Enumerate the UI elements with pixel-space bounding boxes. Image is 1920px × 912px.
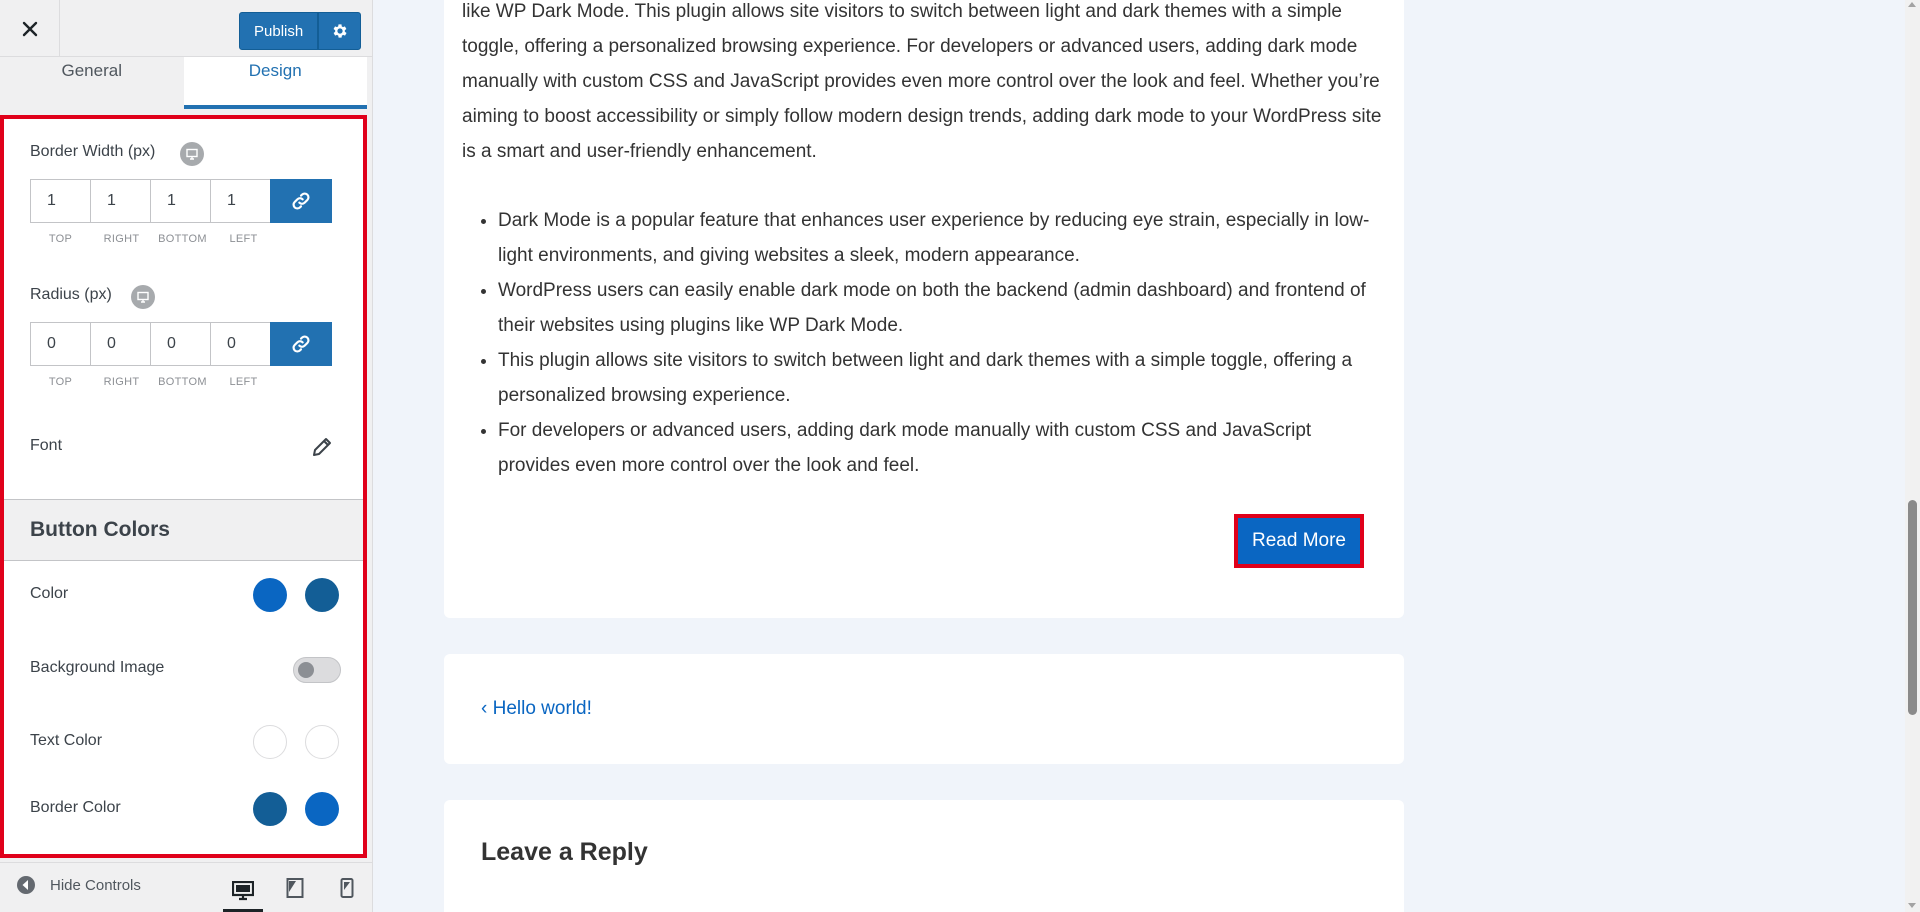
list-item: WordPress users can easily enable dark m… — [498, 273, 1378, 343]
responsive-icon[interactable] — [180, 142, 204, 166]
scrollbar-thumb[interactable] — [1908, 500, 1917, 715]
side-label-top: TOP — [48, 376, 73, 388]
site-preview: like WP Dark Mode. This plugin allows si… — [374, 0, 1905, 912]
text-color-label: Text Color — [30, 732, 103, 749]
border-width-bottom-input[interactable]: 1 — [150, 179, 211, 223]
hide-controls-button[interactable]: Hide Controls — [16, 875, 141, 895]
preview-scrollbar[interactable] — [1905, 0, 1920, 912]
hide-controls-label: Hide Controls — [50, 876, 141, 894]
scroll-down-arrow-icon[interactable] — [1908, 903, 1916, 908]
radius-left-input[interactable]: 0 — [210, 322, 271, 366]
list-item: For developers or advanced users, adding… — [498, 413, 1378, 483]
tab-design[interactable]: Design — [183, 57, 367, 109]
button-colors-title: Button Colors — [30, 518, 170, 541]
radius-inputs: 0 0 0 0 — [30, 322, 340, 366]
close-icon — [22, 21, 37, 36]
article-paragraph: like WP Dark Mode. This plugin allows si… — [462, 1, 1382, 162]
tab-general[interactable]: General — [0, 57, 184, 109]
text-color-normal-swatch[interactable] — [253, 725, 287, 759]
mobile-preview-button[interactable] — [327, 873, 367, 903]
side-label-top: TOP — [48, 233, 73, 245]
comment-reply-card: Leave a Reply — [444, 800, 1404, 912]
desktop-icon — [232, 881, 254, 901]
side-label-right: RIGHT — [103, 376, 140, 388]
post-navigation-card: ‹ Hello world! — [444, 654, 1404, 764]
customizer-panel: Publish General Design Border Width (px)… — [0, 0, 373, 912]
tablet-preview-button[interactable] — [275, 873, 315, 903]
border-color-label: Border Color — [30, 799, 121, 816]
border-width-top-input[interactable]: 1 — [30, 179, 91, 223]
background-image-toggle[interactable] — [293, 657, 341, 683]
border-width-left-input[interactable]: 1 — [210, 179, 271, 223]
font-label: Font — [30, 437, 63, 454]
design-section: Border Width (px) 1 1 1 1 TOP RIGHT BOTT… — [0, 115, 367, 858]
border-width-right-input[interactable]: 1 — [90, 179, 151, 223]
list-item: Dark Mode is a popular feature that enha… — [498, 203, 1378, 273]
border-width-side-labels: TOP RIGHT BOTTOM LEFT — [30, 233, 280, 245]
color-label: Color — [30, 585, 69, 602]
radius-bottom-input[interactable]: 0 — [150, 322, 211, 366]
text-color-hover-swatch[interactable] — [305, 725, 339, 759]
color-normal-swatch[interactable] — [253, 578, 287, 612]
publish-button[interactable]: Publish — [239, 12, 319, 50]
publish-group: Publish — [239, 12, 362, 50]
read-more-button[interactable]: Read More — [1238, 518, 1360, 564]
pencil-icon — [313, 438, 331, 456]
color-hover-swatch[interactable] — [305, 578, 339, 612]
monitor-icon — [137, 291, 149, 303]
close-button[interactable] — [0, 0, 60, 57]
side-label-left: LEFT — [229, 376, 258, 388]
previous-post-link[interactable]: ‹ Hello world! — [481, 698, 592, 720]
side-label-bottom: BOTTOM — [158, 233, 207, 245]
background-image-label: Background Image — [30, 659, 165, 676]
gear-icon — [333, 24, 347, 38]
border-width-link-button[interactable] — [270, 179, 332, 223]
list-item: This plugin allows site visitors to swit… — [498, 343, 1378, 413]
radius-label: Radius (px) — [30, 286, 112, 303]
article-bullet-list: Dark Mode is a popular feature that enha… — [498, 203, 1378, 483]
panel-header: Publish — [0, 0, 372, 57]
reply-title: Leave a Reply — [481, 838, 648, 866]
radius-link-button[interactable] — [270, 322, 332, 366]
mobile-icon — [340, 878, 354, 898]
side-label-left: LEFT — [229, 233, 258, 245]
publish-settings-button[interactable] — [318, 12, 362, 50]
link-icon — [292, 335, 310, 353]
collapse-arrow-icon — [17, 876, 35, 894]
border-width-inputs: 1 1 1 1 — [30, 179, 340, 223]
monitor-icon — [186, 148, 198, 160]
border-color-normal-swatch[interactable] — [253, 792, 287, 826]
desktop-preview-button[interactable] — [223, 873, 263, 912]
font-edit-button[interactable] — [310, 435, 336, 461]
border-color-hover-swatch[interactable] — [305, 792, 339, 826]
radius-top-input[interactable]: 0 — [30, 322, 91, 366]
radius-side-labels: TOP RIGHT BOTTOM LEFT — [30, 376, 280, 388]
panel-tabs: General Design — [0, 57, 367, 109]
panel-footer: Hide Controls — [0, 862, 372, 912]
read-more-highlight: Read More — [1234, 514, 1364, 568]
side-label-right: RIGHT — [103, 233, 140, 245]
scroll-up-arrow-icon[interactable] — [1908, 2, 1916, 7]
radius-right-input[interactable]: 0 — [90, 322, 151, 366]
responsive-icon[interactable] — [131, 285, 155, 309]
border-width-label: Border Width (px) — [30, 143, 156, 160]
side-label-bottom: BOTTOM — [158, 376, 207, 388]
link-icon — [292, 192, 310, 210]
button-colors-heading: Button Colors — [4, 499, 363, 561]
tablet-icon — [286, 878, 304, 898]
